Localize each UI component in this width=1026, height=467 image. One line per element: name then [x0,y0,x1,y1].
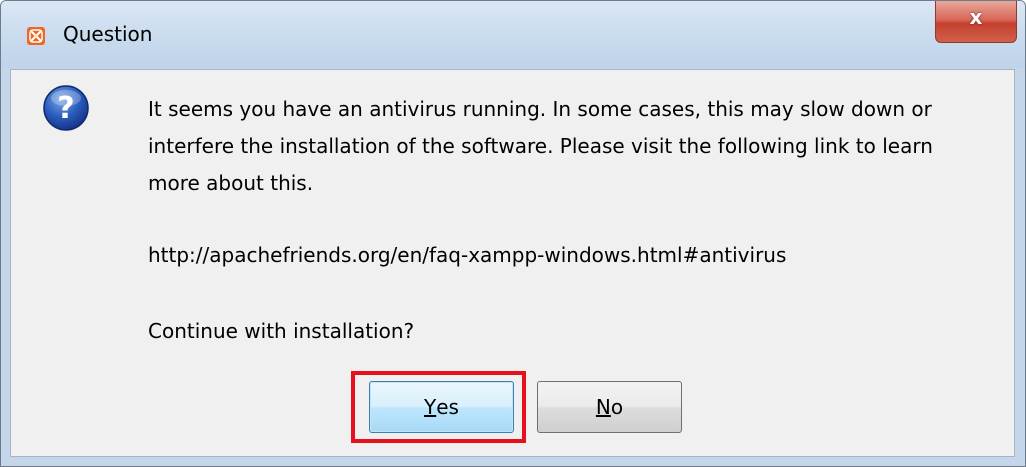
no-label: o [610,395,624,419]
close-button[interactable]: x [935,1,1017,43]
svg-text:?: ? [57,91,74,126]
title-bar[interactable]: Question x [1,1,1025,68]
no-mnemonic: N [595,395,611,419]
window-title: Question [63,22,153,46]
no-button[interactable]: No [537,381,682,433]
dialog-window: Question x ? It seems you have an antivi… [0,0,1026,467]
antivirus-faq-link: http://apachefriends.org/en/faq-xampp-wi… [148,243,787,267]
continue-prompt: Continue with installation? [148,319,415,343]
close-icon: x [969,5,983,29]
question-icon: ? [42,84,90,132]
yes-button-highlight [351,371,526,443]
dialog-message: It seems you have an antivirus running. … [148,97,933,195]
xampp-app-icon [27,27,45,45]
